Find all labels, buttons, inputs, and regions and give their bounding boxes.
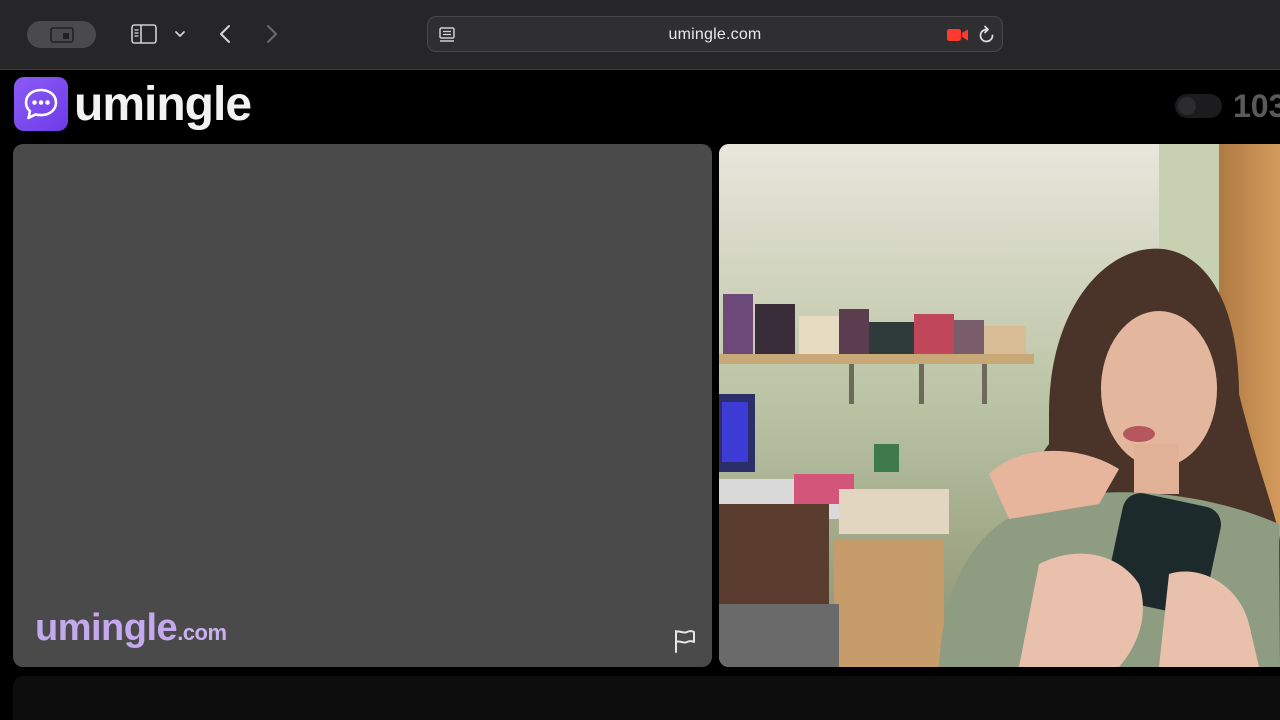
- forward-arrow-icon[interactable]: [264, 24, 280, 44]
- tab-overview-icon: [50, 27, 74, 43]
- address-bar[interactable]: umingle.com: [427, 16, 1003, 52]
- stranger-video-panel: [719, 144, 1280, 667]
- own-video-panel: umingle.com: [13, 144, 712, 667]
- browser-toolbar: umingle.com: [0, 0, 1280, 70]
- camera-recording-icon[interactable]: [947, 28, 969, 42]
- watermark-name: umingle: [35, 607, 178, 649]
- back-arrow-icon[interactable]: [217, 24, 233, 44]
- tab-overview-button[interactable]: [27, 21, 96, 48]
- video-watermark: umingle.com: [35, 606, 227, 655]
- sidebar-icon[interactable]: [131, 24, 157, 44]
- reload-icon[interactable]: [978, 25, 996, 44]
- stranger-video-feed: [719, 144, 1280, 667]
- flag-icon[interactable]: [672, 628, 698, 654]
- watermark-tld: .com: [177, 620, 227, 645]
- online-count: 103: [1233, 88, 1280, 124]
- chevron-down-icon[interactable]: [174, 30, 186, 38]
- url-text[interactable]: umingle.com: [428, 26, 1002, 44]
- chat-controls-bar: [13, 676, 1280, 720]
